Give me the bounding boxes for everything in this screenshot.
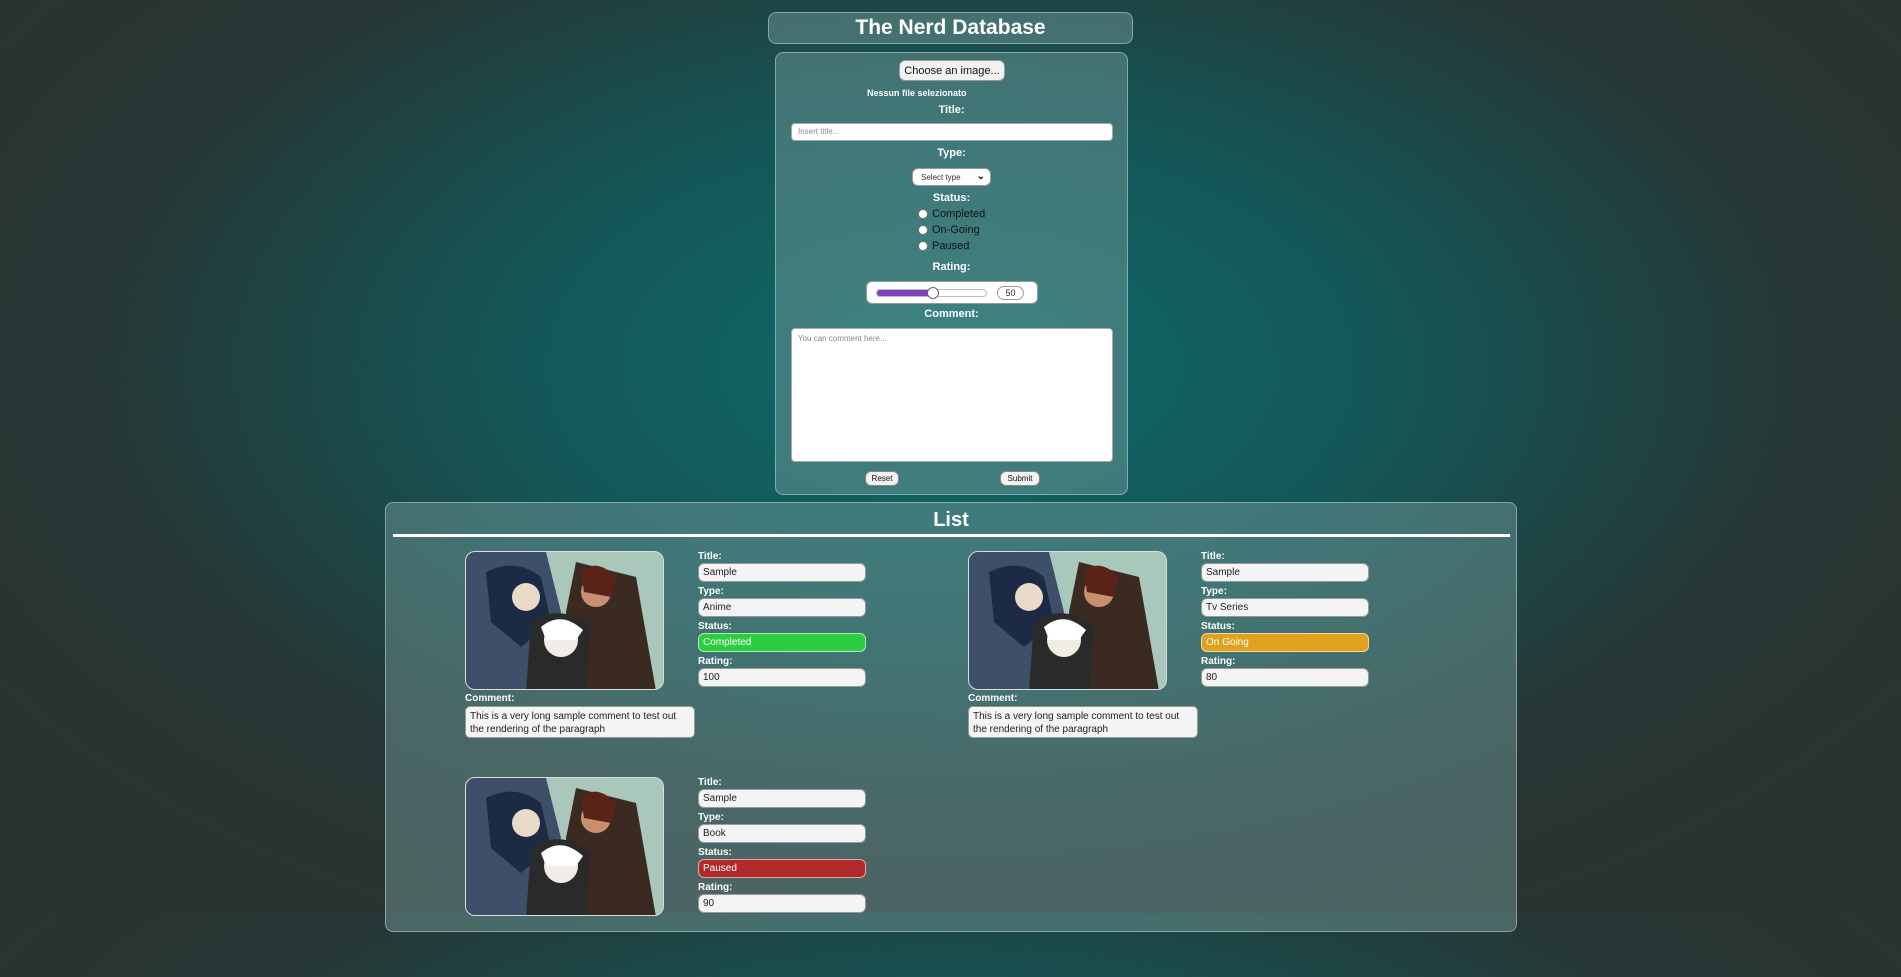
radio-label: On-Going (932, 224, 980, 236)
card-type-field: Anime (698, 598, 866, 617)
card-title-label: Title: (698, 551, 722, 562)
radio-button[interactable] (918, 225, 928, 235)
card-status-field: Paused (698, 859, 866, 878)
card-image (465, 777, 664, 916)
card-title-field: Sample (698, 789, 866, 808)
card-type-label: Type: (698, 586, 724, 597)
card-comment-field: This is a very long sample comment to te… (968, 706, 1198, 738)
status-label: Status: (932, 192, 971, 204)
comment-label: Comment: (924, 308, 979, 320)
radio-label: Completed (932, 208, 986, 220)
title-input[interactable]: Insert title... (791, 123, 1113, 141)
choose-image-button[interactable]: Choose an image... (899, 60, 1005, 81)
card-comment-label: Comment: (465, 693, 515, 704)
app-title: The Nerd Database (768, 12, 1133, 44)
cover-art (466, 778, 663, 915)
rating-slider-fill (877, 290, 932, 296)
card-rating-label: Rating: (698, 656, 733, 667)
rating-label: Rating: (932, 261, 971, 273)
title-label: Title: (938, 104, 965, 116)
submit-button[interactable]: Submit (1000, 471, 1040, 486)
card-rating-label: Rating: (1201, 656, 1236, 667)
rating-value[interactable]: 50 (997, 286, 1024, 300)
type-select[interactable]: Select type ⌄ (912, 168, 991, 186)
card-rating-field: 100 (698, 668, 866, 687)
type-label: Type: (937, 147, 966, 159)
card-title-field: Sample (1201, 563, 1369, 582)
card-title-label: Title: (1201, 551, 1225, 562)
card-title-field: Sample (698, 563, 866, 582)
radio-button[interactable] (918, 209, 928, 219)
type-select-value: Select type (921, 172, 961, 182)
entry-form: Choose an image... Nessun file seleziona… (775, 52, 1128, 495)
card-rating-label: Rating: (698, 882, 733, 893)
card-rating-field: 80 (1201, 668, 1369, 687)
radio-button[interactable] (918, 241, 928, 251)
card-rating-field: 90 (698, 894, 866, 913)
comment-textarea[interactable]: You can comment here... (791, 328, 1113, 462)
card-status-label: Status: (698, 621, 732, 632)
status-radio-paused[interactable]: Paused (918, 240, 969, 252)
card-type-field: Tv Series (1201, 598, 1369, 617)
card-status-field: On Going (1201, 633, 1369, 652)
card-type-label: Type: (1201, 586, 1227, 597)
list-divider (393, 534, 1510, 537)
reset-button[interactable]: Reset (865, 471, 899, 486)
rating-slider-thumb[interactable] (926, 287, 939, 299)
card-type-field: Book (698, 824, 866, 843)
card-comment-label: Comment: (968, 693, 1018, 704)
list-panel: List Title: Sample Type: Anime Status: Comple… (385, 502, 1517, 932)
radio-label: Paused (932, 240, 970, 252)
card-title-label: Title: (698, 777, 722, 788)
list-card: Title: Sample Type: Book Status: Paused Rating… (465, 777, 895, 977)
status-radio-ongoing[interactable]: On-Going (918, 224, 980, 236)
rating-control: 50 (866, 281, 1038, 304)
card-status-field: Completed (698, 633, 866, 652)
chevron-down-icon: ⌄ (976, 171, 985, 182)
list-card: Title: Sample Type: Tv Series Status: On Goin… (968, 551, 1398, 751)
card-comment-field: This is a very long sample comment to te… (465, 706, 695, 738)
list-card: Title: Sample Type: Anime Status: Completed Ra… (465, 551, 895, 751)
card-image (465, 551, 664, 690)
card-image (968, 551, 1167, 690)
card-status-label: Status: (1201, 621, 1235, 632)
card-status-label: Status: (698, 847, 732, 858)
cover-art (969, 552, 1166, 689)
status-radio-completed[interactable]: Completed (918, 208, 985, 220)
card-type-label: Type: (698, 812, 724, 823)
no-file-label: Nessun file selezionato (867, 88, 967, 98)
cover-art (466, 552, 663, 689)
list-title: List (933, 509, 969, 531)
